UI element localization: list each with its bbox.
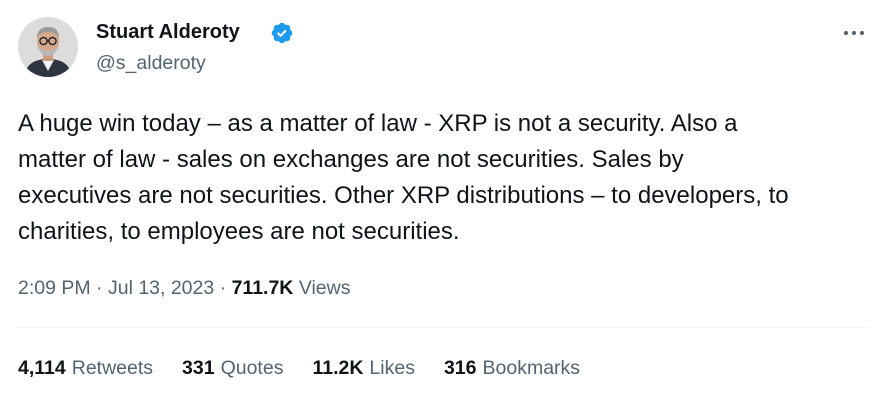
- divider: [18, 327, 868, 328]
- more-button[interactable]: [836, 18, 872, 48]
- avatar[interactable]: [18, 17, 78, 77]
- retweets-stat[interactable]: 4,114 Retweets: [18, 355, 153, 381]
- views-label: Views: [298, 277, 351, 299]
- tweet-text: A huge win today – as a matter of law - …: [18, 106, 878, 250]
- retweets-count: 4,114: [18, 357, 66, 379]
- meta-separator: ·: [219, 277, 232, 299]
- tweet: Stuart Alderoty @s_alderoty A huge win t…: [0, 0, 894, 406]
- author-handle[interactable]: @s_alderoty: [96, 50, 206, 76]
- quotes-label: Quotes: [220, 357, 284, 379]
- tweet-text-line: executives are not securities. Other XRP…: [18, 182, 789, 209]
- bookmarks-stat[interactable]: 316 Bookmarks: [444, 355, 580, 381]
- avatar-image: [18, 17, 78, 77]
- tweet-text-line: matter of law - sales on exchanges are n…: [18, 146, 684, 173]
- retweets-label: Retweets: [71, 357, 154, 379]
- likes-count: 11.2K: [312, 357, 364, 379]
- bookmarks-count: 316: [443, 357, 477, 379]
- verified-badge-icon[interactable]: [270, 21, 294, 45]
- more-icon: [843, 30, 865, 36]
- tweet-date[interactable]: Jul 13, 2023: [108, 277, 214, 299]
- quotes-stat[interactable]: 331 Quotes: [182, 355, 283, 381]
- engagement-stats: 4,114 Retweets 331 Quotes 11.2K Likes 31…: [18, 355, 609, 381]
- tweet-text-line: charities, to employees are not securiti…: [18, 218, 460, 245]
- bookmarks-label: Bookmarks: [482, 357, 581, 379]
- likes-stat[interactable]: 11.2K Likes: [312, 355, 415, 381]
- views-count: 711.7K: [231, 277, 294, 299]
- tweet-meta: 2:09 PM · Jul 13, 2023 · 711.7K Views: [18, 275, 350, 301]
- quotes-count: 331: [182, 357, 215, 379]
- likes-label: Likes: [369, 357, 415, 379]
- tweet-text-line: A huge win today – as a matter of law - …: [18, 110, 738, 137]
- author-name[interactable]: Stuart Alderoty: [96, 19, 240, 45]
- meta-separator: ·: [96, 277, 108, 299]
- tweet-time[interactable]: 2:09 PM: [18, 277, 91, 299]
